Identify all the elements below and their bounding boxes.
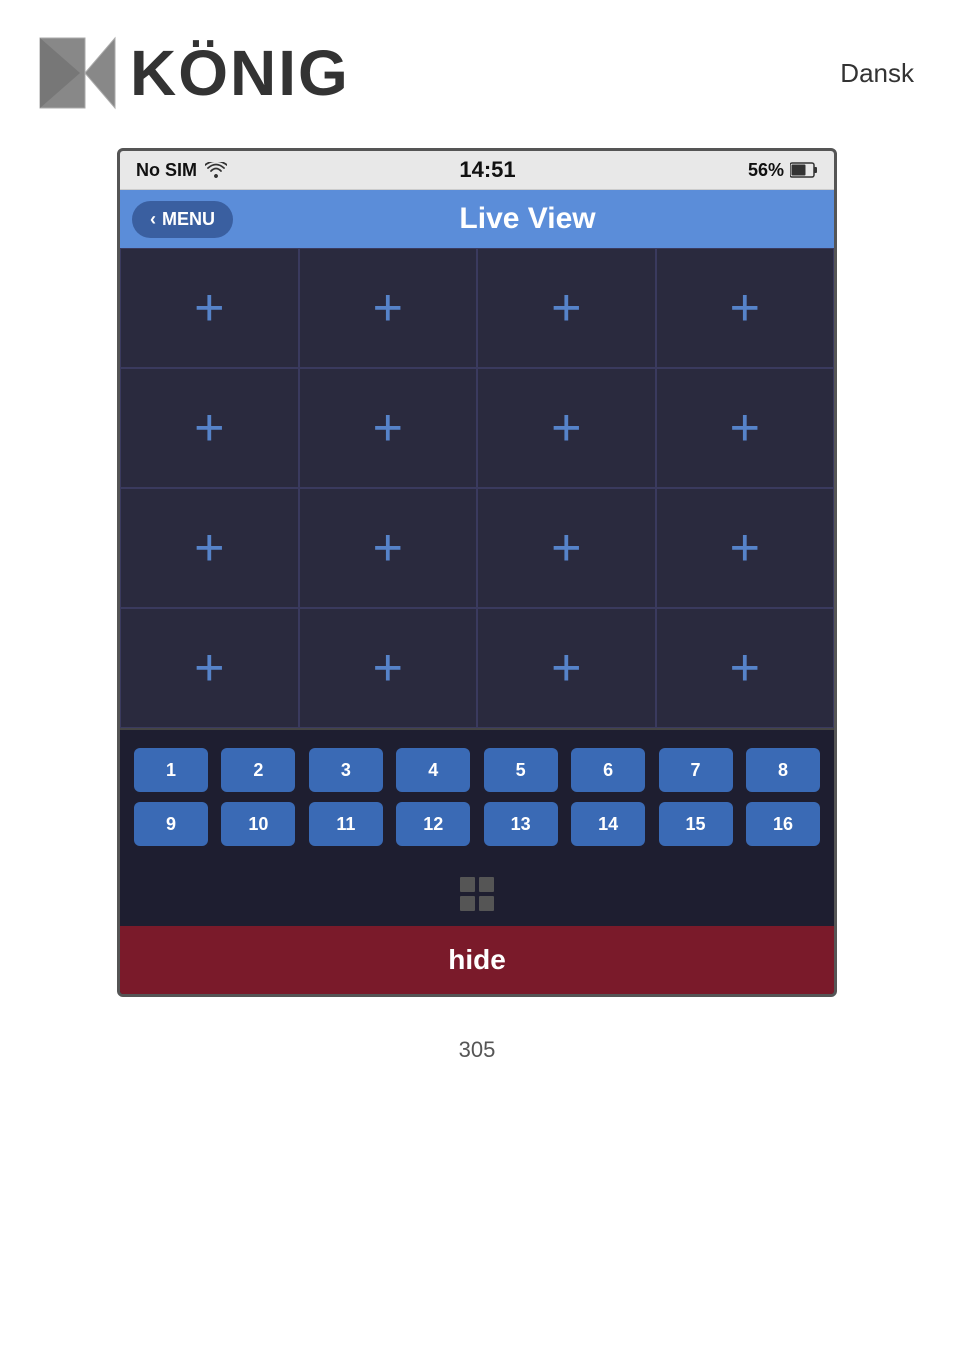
camera-cell-8[interactable]: +	[656, 368, 835, 488]
status-time: 14:51	[227, 157, 748, 183]
camera-grid: + + + + + + + + + + +	[120, 248, 834, 730]
add-camera-icon-15: +	[551, 642, 581, 694]
camera-cell-1[interactable]: +	[120, 248, 299, 368]
status-bar: No SIM 14:51 56%	[120, 151, 834, 190]
layout-section	[120, 866, 834, 926]
add-camera-icon-14: +	[373, 642, 403, 694]
camera-cell-3[interactable]: +	[477, 248, 656, 368]
status-right: 56%	[748, 160, 818, 181]
add-camera-icon-16: +	[730, 642, 760, 694]
logo-text: KÖNIG	[130, 36, 350, 110]
add-camera-icon-12: +	[730, 522, 760, 574]
camera-cell-11[interactable]: +	[477, 488, 656, 608]
channel-btn-4[interactable]: 4	[396, 748, 470, 792]
channel-btn-6[interactable]: 6	[571, 748, 645, 792]
add-camera-icon-6: +	[373, 402, 403, 454]
hide-button[interactable]: hide	[120, 926, 834, 994]
add-camera-icon-11: +	[551, 522, 581, 574]
camera-cell-6[interactable]: +	[299, 368, 478, 488]
channel-btn-13[interactable]: 13	[484, 802, 558, 846]
battery-icon	[790, 162, 818, 178]
nav-bar: ‹ MENU Live View	[120, 190, 834, 248]
phone-frame: No SIM 14:51 56% ‹ MENU Live View	[117, 148, 837, 997]
camera-cell-13[interactable]: +	[120, 608, 299, 728]
layout-icon-container[interactable]	[459, 876, 495, 912]
camera-cell-12[interactable]: +	[656, 488, 835, 608]
language-label: Dansk	[840, 58, 914, 89]
grid-layout-icon	[459, 876, 495, 912]
page-number: 305	[459, 1037, 496, 1063]
add-camera-icon-3: +	[551, 282, 581, 334]
menu-button[interactable]: ‹ MENU	[132, 201, 233, 238]
header: KÖNIG Dansk	[0, 0, 954, 138]
camera-cell-14[interactable]: +	[299, 608, 478, 728]
channel-btn-1[interactable]: 1	[134, 748, 208, 792]
add-camera-icon-8: +	[730, 402, 760, 454]
camera-cell-9[interactable]: +	[120, 488, 299, 608]
add-camera-icon-5: +	[194, 402, 224, 454]
menu-chevron: ‹	[150, 209, 156, 230]
carrier-text: No SIM	[136, 160, 197, 181]
camera-cell-4[interactable]: +	[656, 248, 835, 368]
channel-row-1: 1 2 3 4 5 6 7 8	[134, 748, 820, 792]
camera-cell-15[interactable]: +	[477, 608, 656, 728]
channel-btn-16[interactable]: 16	[746, 802, 820, 846]
battery-percent: 56%	[748, 160, 784, 181]
channel-btn-11[interactable]: 11	[309, 802, 383, 846]
menu-label: MENU	[162, 209, 215, 230]
channel-btn-7[interactable]: 7	[659, 748, 733, 792]
channel-btn-10[interactable]: 10	[221, 802, 295, 846]
add-camera-icon-7: +	[551, 402, 581, 454]
channel-btn-9[interactable]: 9	[134, 802, 208, 846]
camera-cell-5[interactable]: +	[120, 368, 299, 488]
add-camera-icon-9: +	[194, 522, 224, 574]
add-camera-icon-2: +	[373, 282, 403, 334]
channel-btn-15[interactable]: 15	[659, 802, 733, 846]
channel-btn-8[interactable]: 8	[746, 748, 820, 792]
status-left: No SIM	[136, 160, 227, 181]
add-camera-icon-1: +	[194, 282, 224, 334]
channel-row-2: 9 10 11 12 13 14 15 16	[134, 802, 820, 846]
logo-container: KÖNIG	[30, 28, 350, 118]
camera-cell-2[interactable]: +	[299, 248, 478, 368]
camera-cell-10[interactable]: +	[299, 488, 478, 608]
nav-title: Live View	[233, 202, 822, 236]
channel-section: 1 2 3 4 5 6 7 8 9 10 11 12 13 14 15 16	[120, 730, 834, 866]
camera-cell-16[interactable]: +	[656, 608, 835, 728]
channel-btn-2[interactable]: 2	[221, 748, 295, 792]
logo-icon	[30, 28, 120, 118]
add-camera-icon-10: +	[373, 522, 403, 574]
channel-btn-3[interactable]: 3	[309, 748, 383, 792]
channel-btn-5[interactable]: 5	[484, 748, 558, 792]
wifi-icon	[205, 162, 227, 178]
add-camera-icon-13: +	[194, 642, 224, 694]
camera-cell-7[interactable]: +	[477, 368, 656, 488]
channel-btn-12[interactable]: 12	[396, 802, 470, 846]
add-camera-icon-4: +	[730, 282, 760, 334]
channel-btn-14[interactable]: 14	[571, 802, 645, 846]
